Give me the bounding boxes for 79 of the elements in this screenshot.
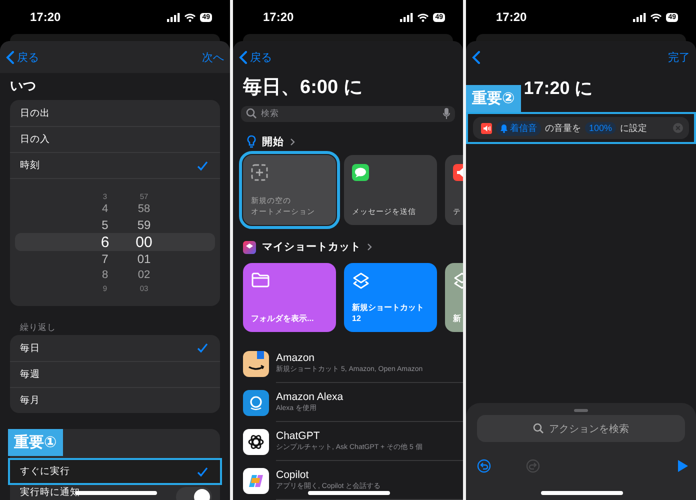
option-row[interactable]: 毎日 bbox=[10, 335, 220, 361]
option-row[interactable]: 時刻 bbox=[10, 152, 220, 178]
status-time: 17:20 bbox=[30, 10, 61, 24]
picker-hour: 8 bbox=[100, 269, 110, 281]
app-name: Copilot bbox=[276, 468, 310, 482]
layers-app-icon bbox=[243, 240, 256, 254]
microphone-icon bbox=[443, 108, 450, 120]
picker-hour: 6 bbox=[100, 234, 110, 250]
section-label: 繰り返し bbox=[19, 321, 57, 333]
picker-row[interactable]: 7 01 bbox=[15, 251, 215, 267]
next-button[interactable]: 次へ bbox=[202, 50, 224, 64]
action-text: の音量を bbox=[545, 122, 581, 134]
picker-row[interactable]: 6 00 bbox=[15, 233, 215, 251]
status-time: 17:20 bbox=[496, 10, 527, 24]
picker-row[interactable]: 8 02 bbox=[15, 267, 215, 283]
app-name: Amazon bbox=[276, 352, 316, 364]
app-icon bbox=[243, 428, 269, 454]
search-field[interactable]: アクションを検索 bbox=[477, 415, 685, 442]
app-name: ChatGPT bbox=[276, 430, 321, 442]
app-icon bbox=[243, 468, 269, 494]
page-title: 毎日、6:00 に bbox=[242, 76, 364, 100]
volume-token[interactable]: 100% bbox=[585, 122, 616, 134]
back-chevron-icon bbox=[6, 50, 14, 64]
play-icon[interactable] bbox=[678, 460, 688, 472]
speaker-icon bbox=[481, 122, 492, 134]
dashed-plus-icon bbox=[251, 164, 268, 182]
undo-icon[interactable] bbox=[477, 459, 491, 473]
option-row[interactable]: 日の出 bbox=[10, 100, 220, 126]
app-icon bbox=[243, 350, 269, 376]
option-row[interactable]: 毎週 bbox=[10, 361, 220, 387]
wifi-icon bbox=[184, 12, 196, 22]
picker-minute: 00 bbox=[134, 234, 154, 250]
app-icon bbox=[243, 390, 269, 416]
ringtone-token[interactable]: 着信音 bbox=[496, 120, 541, 136]
action-text: に設定 bbox=[620, 122, 648, 134]
option-row[interactable]: 日の入 bbox=[10, 126, 220, 152]
picker-hour: 4 bbox=[100, 203, 110, 215]
search-field[interactable]: 検索 bbox=[241, 106, 455, 122]
chevron-icon bbox=[290, 138, 295, 146]
wifi-icon bbox=[417, 12, 430, 22]
search-icon bbox=[533, 423, 544, 434]
picker-minute: 01 bbox=[136, 252, 152, 266]
search-icon bbox=[246, 108, 257, 120]
bell-icon bbox=[500, 124, 508, 132]
signal-icon bbox=[400, 12, 414, 22]
wifi-icon bbox=[650, 12, 662, 22]
lightbulb-icon bbox=[247, 134, 256, 149]
picker-row[interactable]: 4 58 bbox=[15, 201, 215, 217]
option-row[interactable]: すぐに実行 bbox=[10, 460, 220, 483]
picker-row[interactable]: 5 59 bbox=[15, 217, 215, 233]
back-button[interactable]: 戻る bbox=[239, 50, 272, 64]
option-row[interactable]: 毎月 bbox=[10, 387, 220, 413]
section-link[interactable]: 開始 bbox=[262, 134, 284, 149]
back-button[interactable]: 戻る bbox=[6, 50, 39, 64]
folder-icon bbox=[251, 272, 270, 288]
picker-minute: 58 bbox=[136, 203, 152, 215]
callout-label: 重要② bbox=[466, 85, 521, 112]
signal-icon bbox=[167, 12, 180, 22]
picker-hour: 7 bbox=[100, 252, 110, 266]
picker-minute: 59 bbox=[136, 218, 152, 232]
drag-handle[interactable] bbox=[574, 409, 588, 412]
picker-hour: 5 bbox=[100, 218, 110, 232]
action-block[interactable]: 着信音 の音量を 100% に設定 bbox=[473, 117, 689, 139]
chevron-icon bbox=[367, 243, 372, 252]
section-title: いつ bbox=[9, 79, 37, 93]
section-link[interactable]: マイショートカット bbox=[262, 240, 361, 254]
status-time: 17:20 bbox=[263, 10, 294, 24]
callout-label: 重要① bbox=[8, 429, 63, 456]
picker-minute: 02 bbox=[136, 269, 152, 281]
back-chevron-icon bbox=[239, 50, 247, 64]
shortcut-card[interactable]: フォルダを表示... bbox=[243, 263, 336, 332]
signal-icon bbox=[633, 12, 646, 22]
layers-icon bbox=[352, 272, 370, 290]
page-title: 17:20 に bbox=[524, 77, 593, 99]
done-button[interactable]: 完了 bbox=[668, 50, 690, 64]
app-name: Amazon Alexa bbox=[276, 390, 344, 404]
shortcut-card[interactable]: 新規ショートカット 12 bbox=[344, 263, 437, 332]
back-chevron-icon[interactable] bbox=[472, 50, 480, 64]
message-bubble-icon bbox=[352, 164, 369, 182]
